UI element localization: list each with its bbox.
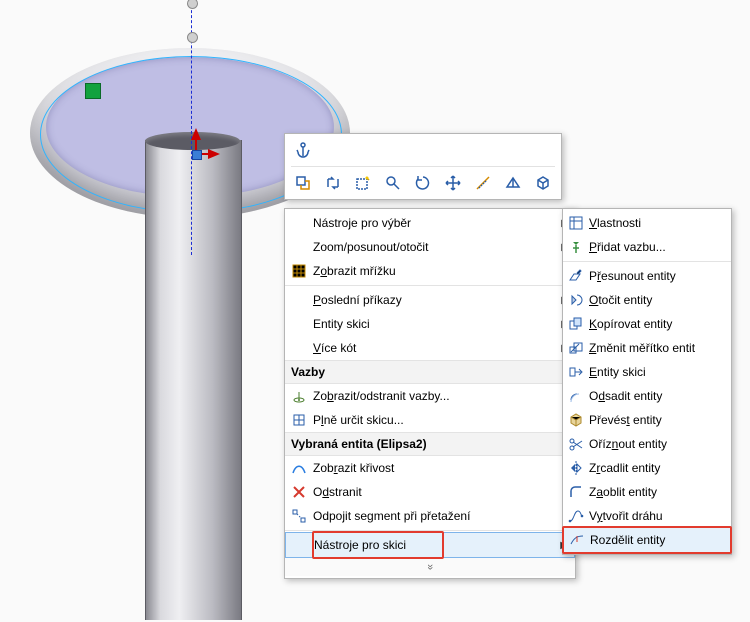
toolbar-row: [291, 166, 555, 195]
submenu-move-entities[interactable]: Přesunout entity: [563, 264, 731, 288]
sketch-tools-submenu: Vlastnosti Přidat vazbu... Přesunout ent…: [562, 208, 732, 555]
menu-more-dims[interactable]: Více kót▶: [285, 336, 575, 360]
submenu-properties[interactable]: Vlastnosti: [563, 211, 731, 235]
offset-icon: [568, 388, 584, 404]
axis-endpoint-handle[interactable]: [187, 0, 198, 9]
cylinder-body: [145, 140, 242, 620]
submenu-copy-entities[interactable]: Kopírovat entity: [563, 312, 731, 336]
context-menu: Nástroje pro výběr▶ Zoom/posunout/otočit…: [284, 208, 576, 579]
chevron-down-icon: »: [424, 564, 436, 570]
view-cube-icon[interactable]: [531, 171, 555, 195]
fillet-icon: [568, 484, 584, 500]
measure-icon[interactable]: [471, 171, 495, 195]
submenu-rotate-entities[interactable]: Otočit entity: [563, 288, 731, 312]
add-relation-icon: [568, 239, 584, 255]
flip-relations-icon[interactable]: [321, 171, 345, 195]
menu-delete[interactable]: Odstranit: [285, 480, 575, 504]
menu-detach-segment[interactable]: Odpojit segment při přetažení: [285, 504, 575, 528]
rotate-icon: [568, 292, 584, 308]
split-icon: [569, 532, 585, 548]
menu-show-curvature[interactable]: Zobrazit křivost: [285, 456, 575, 480]
zoom-icon[interactable]: [381, 171, 405, 195]
move-icon: [568, 268, 584, 284]
fully-define-icon: [291, 412, 307, 428]
mirror-icon: [568, 460, 584, 476]
menu-sketch-entities[interactable]: Entity skici▶: [285, 312, 575, 336]
stretch-icon: [568, 364, 584, 380]
new-sketch-icon[interactable]: [351, 171, 375, 195]
axis-midpoint-handle[interactable]: [187, 32, 198, 43]
pan-icon[interactable]: [441, 171, 465, 195]
submenu-sketch-entities[interactable]: Entity skici: [563, 360, 731, 384]
anchor-icon[interactable]: [291, 138, 315, 162]
submenu-create-path[interactable]: Vytvořit dráhu: [563, 504, 731, 528]
submenu-split-entities[interactable]: Rozdělit entity: [563, 527, 731, 553]
menu-zoom-pan-rotate[interactable]: Zoom/posunout/otočit▶: [285, 235, 575, 259]
menu-recent-commands[interactable]: Poslední příkazy▶: [285, 288, 575, 312]
submenu-fillet-entities[interactable]: Zaoblit entity: [563, 480, 731, 504]
submenu-trim-entities[interactable]: Oříznout entity: [563, 432, 731, 456]
submenu-scale-entities[interactable]: Změnit měřítko entit: [563, 336, 731, 360]
detach-icon: [291, 508, 307, 524]
context-toolbar: [284, 133, 562, 200]
grid-icon: [291, 263, 307, 279]
scale-icon: [568, 340, 584, 356]
submenu-offset-entities[interactable]: Odsadit entity: [563, 384, 731, 408]
menu-show-grid[interactable]: Zobrazit mřížku: [285, 259, 575, 283]
menu-header-relations: Vazby: [285, 360, 575, 384]
submenu-mirror-entities[interactable]: Zrcadlit entity: [563, 456, 731, 480]
submenu-convert-entities[interactable]: Převést entity: [563, 408, 731, 432]
section-icon[interactable]: [501, 171, 525, 195]
copy-icon: [568, 316, 584, 332]
relation-eye-icon: [291, 388, 307, 404]
rotate-view-icon[interactable]: [411, 171, 435, 195]
menu-fully-define-sketch[interactable]: Plně určit skicu...: [285, 408, 575, 432]
menu-header-selected-entity: Vybraná entita (Elipsa2): [285, 432, 575, 456]
menu-tools-for-select[interactable]: Nástroje pro výběr▶: [285, 211, 575, 235]
trim-icon: [568, 436, 584, 452]
submenu-add-relation[interactable]: Přidat vazbu...: [563, 235, 731, 259]
origin-triad[interactable]: [182, 128, 222, 168]
select-other-icon[interactable]: [291, 171, 315, 195]
delete-x-icon: [291, 484, 307, 500]
menu-expand-chevron[interactable]: »: [285, 557, 575, 576]
path-icon: [568, 508, 584, 524]
relation-glyph[interactable]: [85, 83, 101, 99]
properties-icon: [568, 215, 584, 231]
menu-sketch-tools[interactable]: Nástroje pro skici▶: [285, 532, 575, 558]
menu-show-delete-relations[interactable]: Zobrazit/odstranit vazby...: [285, 384, 575, 408]
curvature-icon: [291, 460, 307, 476]
convert-icon: [568, 412, 584, 428]
